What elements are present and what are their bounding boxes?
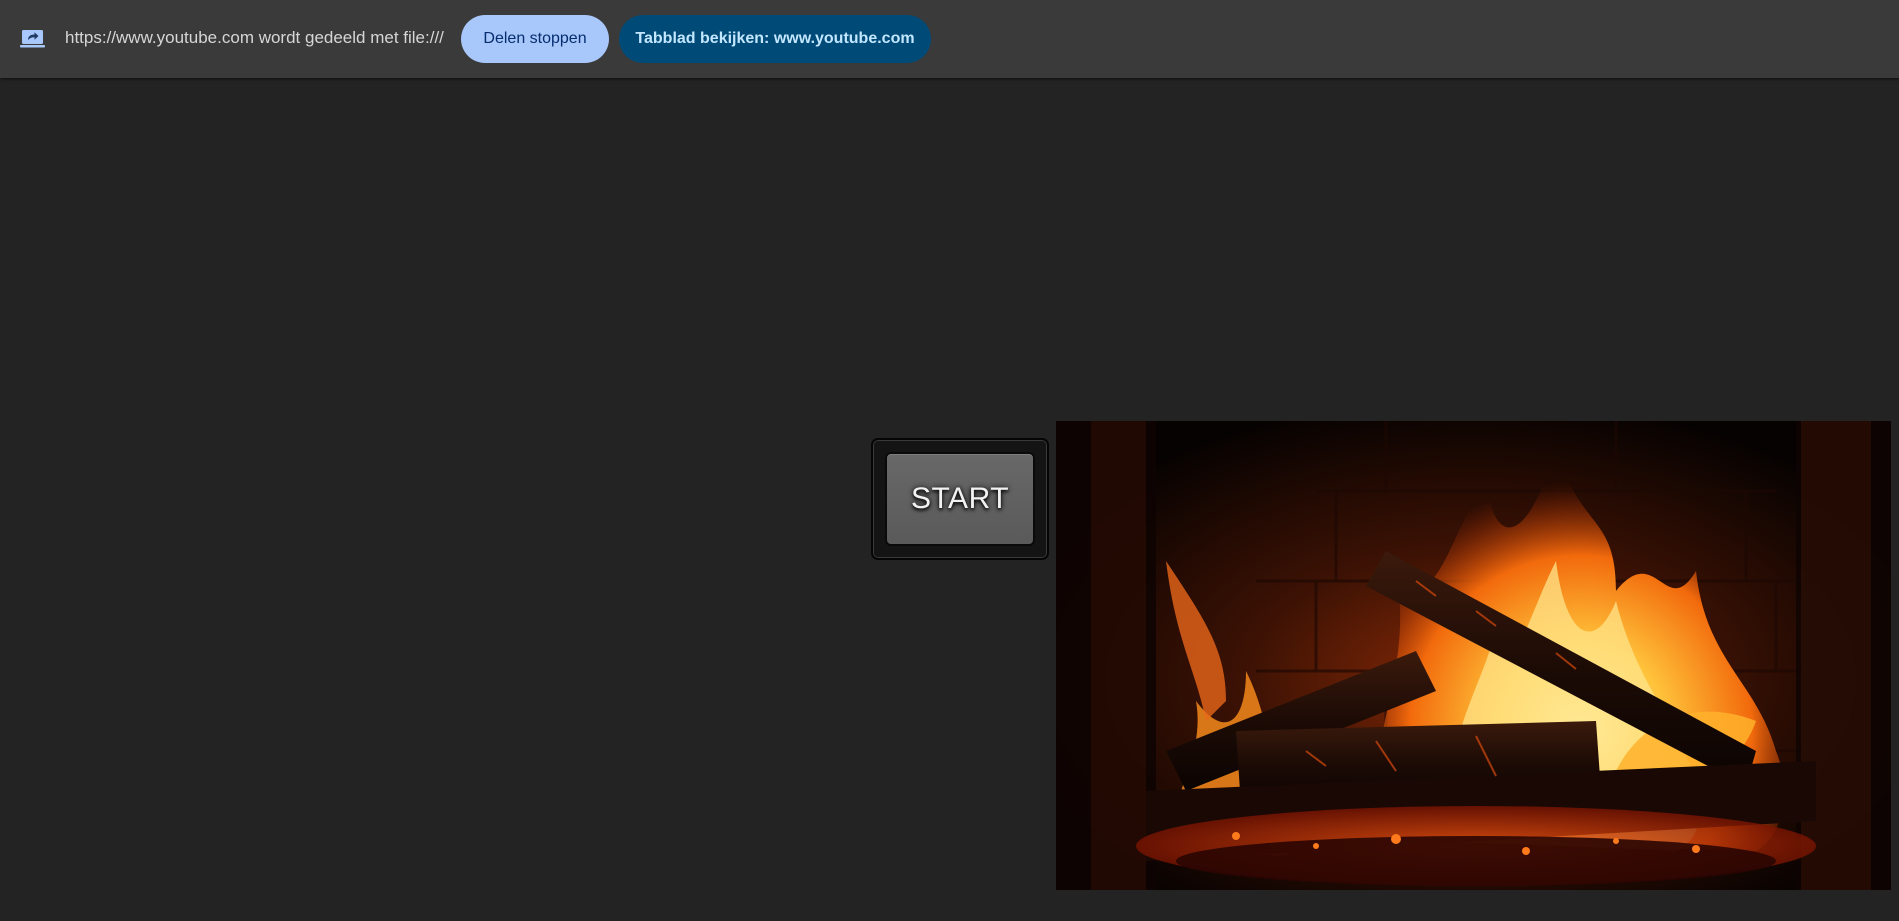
screen-share-icon (20, 29, 45, 49)
fireplace-video[interactable] (1056, 421, 1891, 890)
screen-share-bar: https://www.youtube.com wordt gedeeld me… (0, 0, 1899, 78)
start-button[interactable]: START (885, 452, 1035, 546)
stop-sharing-button[interactable]: Delen stoppen (461, 15, 609, 63)
view-tab-button[interactable]: Tabblad bekijken: www.youtube.com (619, 15, 931, 63)
share-status-text: https://www.youtube.com wordt gedeeld me… (65, 28, 444, 47)
